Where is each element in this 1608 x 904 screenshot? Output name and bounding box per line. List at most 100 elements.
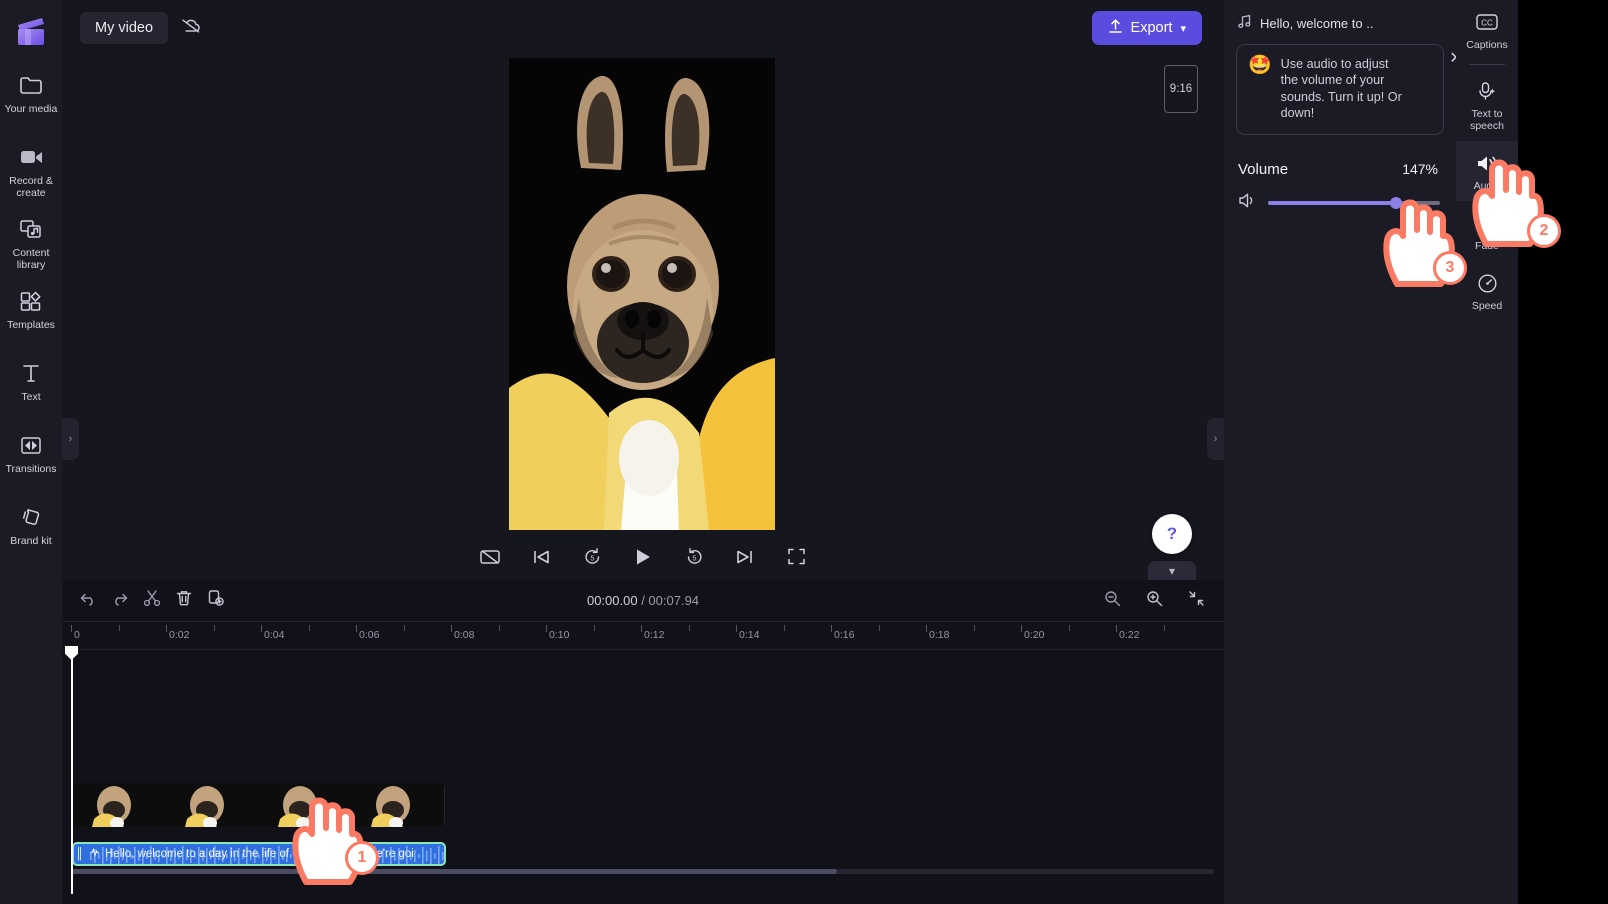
tool-captions[interactable]: CC Captions [1456, 0, 1518, 60]
sidebar-item-text[interactable]: Text [0, 360, 62, 418]
clip-trim-handle-left[interactable]: ║ [74, 844, 84, 864]
step-badge-2: 2 [1527, 214, 1561, 248]
sidebar-item-your-media[interactable]: Your media [0, 72, 62, 130]
rewind-5-icon: 5 [582, 547, 603, 572]
rectangle-slash-icon [479, 548, 501, 571]
ruler-label: 0:04 [264, 629, 285, 641]
cloud-off-icon [180, 17, 202, 40]
volume-slider-row [1224, 178, 1456, 214]
tool-text-to-speech[interactable]: Text to speech [1456, 69, 1518, 141]
split-screen-off-button[interactable] [477, 546, 503, 572]
playhead-handle[interactable] [65, 646, 78, 660]
aspect-ratio-button[interactable]: 9:16 [1164, 65, 1198, 113]
sidebar-label: Templates [7, 319, 55, 331]
project-title-input[interactable]: My video [80, 12, 169, 44]
undo-button[interactable] [72, 586, 104, 616]
volume-slider[interactable] [1268, 196, 1440, 209]
video-clip[interactable] [72, 783, 445, 827]
split-button[interactable] [136, 586, 168, 616]
sidebar-item-record-create[interactable]: Record & create [0, 144, 62, 202]
collapse-preview-button[interactable]: ▾ [1148, 561, 1196, 581]
volume-slider-knob[interactable] [1390, 196, 1403, 209]
help-button[interactable]: ? [1152, 514, 1192, 554]
tool-label: Captions [1466, 39, 1508, 51]
player-controls: 5 5 [62, 538, 1224, 580]
audio-waveform [90, 846, 444, 864]
page-background [1518, 0, 1608, 904]
ruler-label: 0 [74, 629, 80, 641]
video-thumbnail [258, 783, 351, 827]
step-number: 1 [357, 849, 367, 866]
fit-timeline-button[interactable] [1180, 586, 1212, 616]
rewind-5-button[interactable]: 5 [579, 546, 605, 572]
video-thumbnail [351, 783, 444, 827]
speaker-icon[interactable] [1238, 192, 1257, 214]
duplicate-icon [207, 589, 225, 612]
zoom-in-button[interactable] [1138, 586, 1170, 616]
redo-icon [111, 590, 129, 611]
ruler-label: 0:22 [1119, 629, 1140, 641]
transitions-icon [19, 432, 43, 458]
sidebar-item-transitions[interactable]: Transitions [0, 432, 62, 490]
scrollbar-thumb[interactable] [72, 869, 837, 874]
brand-kit-icon [19, 504, 43, 530]
fade-icon [1476, 211, 1498, 235]
skip-back-icon [531, 548, 551, 571]
tool-fade[interactable]: Fade [1456, 201, 1518, 261]
svg-text:5: 5 [590, 553, 594, 562]
delete-button[interactable] [168, 586, 200, 616]
volume-slider-fill [1268, 200, 1394, 205]
ruler-label: 0:14 [739, 629, 760, 641]
scissors-icon [143, 589, 161, 612]
expand-left-panel-button[interactable]: › [62, 418, 79, 460]
sidebar-label: Content library [12, 247, 50, 271]
magnifier-minus-icon [1104, 590, 1121, 612]
step-badge-3: 3 [1433, 251, 1467, 285]
skip-next-button[interactable] [732, 546, 758, 572]
tool-audio[interactable]: Audio [1456, 141, 1518, 201]
export-button[interactable]: Export ▾ [1091, 11, 1202, 45]
forward-5-button[interactable]: 5 [681, 546, 707, 572]
video-preview[interactable] [509, 58, 775, 530]
sidebar-label: Text [21, 391, 41, 403]
duplicate-button[interactable] [200, 586, 232, 616]
redo-button[interactable] [104, 586, 136, 616]
volume-row: Volume 147% [1224, 135, 1456, 178]
step-number: 3 [1445, 259, 1455, 276]
speedometer-icon [1477, 271, 1498, 295]
trash-icon [175, 589, 193, 612]
chevron-down-icon: ▾ [1168, 564, 1176, 578]
timeline-horizontal-scrollbar[interactable] [72, 869, 1214, 874]
audio-clip[interactable]: ║ Hello, welcome to a day in the life of… [72, 842, 446, 866]
forward-5-icon: 5 [684, 547, 705, 572]
svg-text:5: 5 [692, 553, 696, 562]
sidebar-item-templates[interactable]: Templates [0, 288, 62, 346]
cloud-sync-status-button[interactable] [174, 12, 208, 44]
undo-icon [79, 590, 97, 611]
cc-icon: CC [1475, 10, 1499, 34]
sidebar-label: Brand kit [10, 535, 52, 547]
play-button[interactable] [630, 546, 656, 572]
step-badge-1: 1 [345, 841, 379, 875]
timeline-tracks: ║ Hello, welcome to a day in the life of… [62, 646, 1224, 894]
chevron-right-icon: › [68, 433, 73, 445]
ruler-label: 0:20 [1024, 629, 1045, 641]
skip-previous-button[interactable] [528, 546, 554, 572]
preview-area: 9:16 5 5 ? ▾ [62, 56, 1224, 581]
templates-icon [19, 288, 43, 314]
expand-right-panel-button[interactable]: › [1207, 418, 1224, 460]
zoom-out-button[interactable] [1096, 586, 1128, 616]
fullscreen-button[interactable] [783, 546, 809, 572]
sidebar-item-content-library[interactable]: Content library [0, 216, 62, 274]
properties-panel: Hello, welcome to .. 🤩 Use audio to adju… [1224, 0, 1463, 904]
tool-label: Text to speech [1470, 108, 1504, 132]
sidebar-item-brand-kit[interactable]: Brand kit [0, 504, 62, 562]
tool-label: Fade [1475, 240, 1499, 252]
playhead[interactable] [65, 646, 78, 894]
clipchamp-logo[interactable] [13, 14, 49, 50]
ruler-label: 0:10 [549, 629, 570, 641]
timeline-ruler[interactable]: 0 0:02 0:04 0:06 0:08 0:10 0:12 0:14 0:1… [62, 622, 1224, 650]
star-struck-emoji-icon: 🤩 [1248, 55, 1272, 76]
sidebar-label: Transitions [5, 463, 57, 475]
clip-tool-rail: CC Captions Text to speech Audio Fade Sp… [1456, 0, 1518, 904]
